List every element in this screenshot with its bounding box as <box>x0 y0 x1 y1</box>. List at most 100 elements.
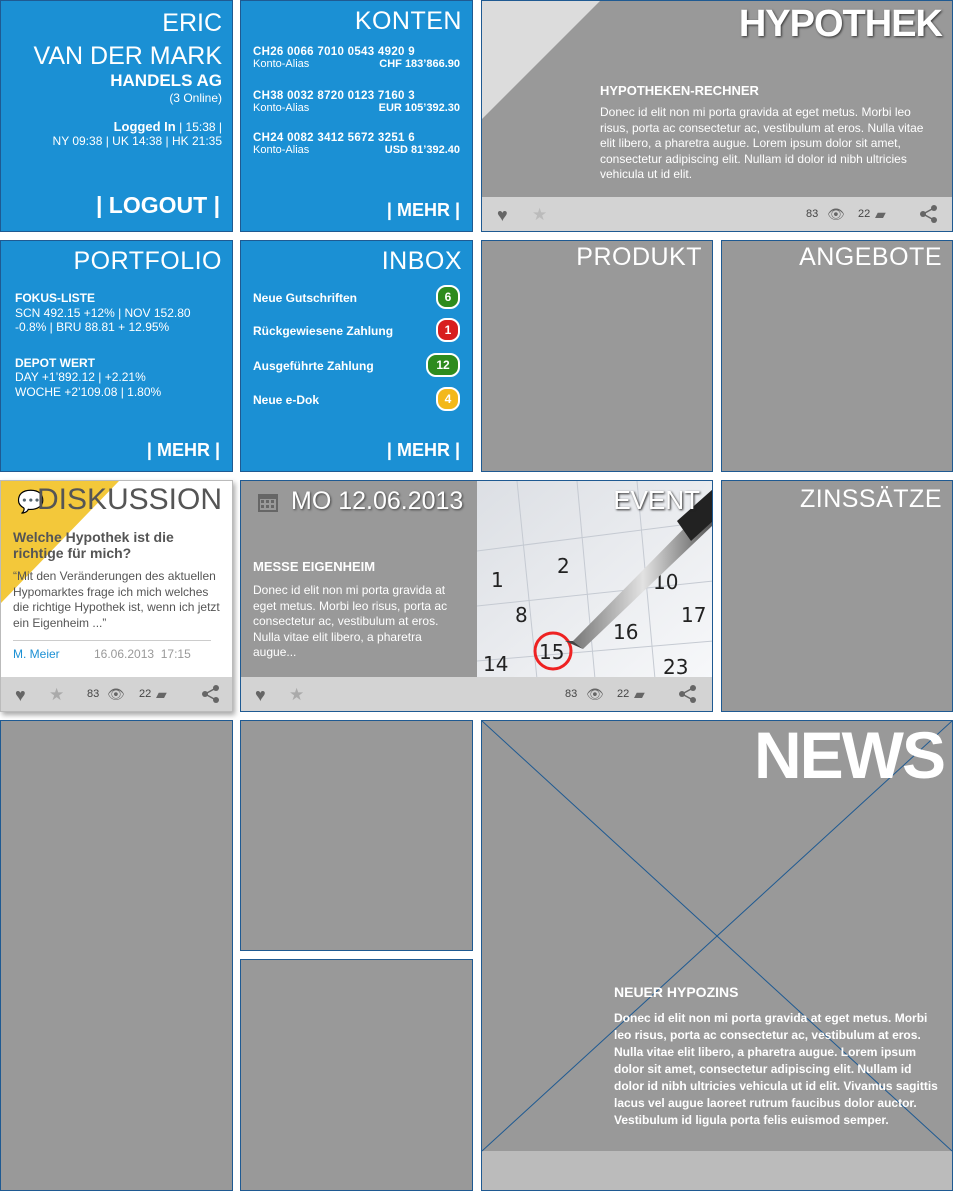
calendar-number: 16 <box>613 620 638 644</box>
divider <box>13 640 211 641</box>
empty-tile-left <box>0 720 233 1191</box>
account-balance: USD 81’392.40 <box>384 144 460 156</box>
empty-tile-middle-bottom <box>240 959 473 1191</box>
calendar-number: 14 <box>483 652 508 676</box>
event-tile[interactable]: MO 12.06.2013 MESSE EIGENHEIM Donec id e… <box>240 480 713 712</box>
focus-line: SCN 492.15 +12% | NOV 152.80 <box>15 305 191 320</box>
konten-more-link[interactable]: | MEHR | <box>387 200 460 221</box>
inbox-title: INBOX <box>381 247 462 275</box>
inbox-item-label[interactable]: Ausgeführte Zahlung <box>253 359 374 373</box>
user-first-name: ERIC <box>162 9 222 37</box>
hypothek-text: Donec id elit non mi porta gravida at eg… <box>600 105 924 182</box>
diskussion-tile[interactable]: 💬 DISKUSSION Welche Hypothek ist die ric… <box>0 480 233 712</box>
comment-icon[interactable]: ▰ <box>875 206 886 223</box>
account-balance: EUR 105’392.30 <box>378 102 460 114</box>
heart-icon[interactable]: ♥ <box>15 685 26 706</box>
calendar-number: 15 <box>539 640 564 664</box>
news-text: Donec id elit non mi porta gravida at eg… <box>614 1011 938 1127</box>
account-number: CH24 0082 3412 5672 3251 6 <box>253 132 415 144</box>
eye-icon: 👁 <box>107 686 125 702</box>
news-tile[interactable]: NEWS NEUER HYPOZINS Donec id elit non mi… <box>481 720 953 1191</box>
inbox-more-link[interactable]: | MEHR | <box>387 440 460 461</box>
logged-in-label: Logged In <box>113 119 176 134</box>
diskussion-question: Welche Hypothek ist die richtige für mic… <box>13 529 174 561</box>
calendar-number: 23 <box>663 655 688 679</box>
diskussion-time: 17:15 <box>160 647 191 661</box>
event-date: MO 12.06.2013 <box>291 487 464 515</box>
inbox-item-label[interactable]: Rückgewiesene Zahlung <box>253 324 393 338</box>
account-item[interactable]: CH38 0032 8720 0123 7160 3 Konto-Alias EU… <box>253 90 460 114</box>
empty-tile-middle-top <box>240 720 473 951</box>
view-count: 83 <box>565 688 578 700</box>
event-footer: ♥ ★ 83 👁 22 ▰ <box>241 677 712 711</box>
hypothek-footer: ♥ ★ 83 👁 22 ▰ <box>482 197 952 231</box>
calendar-number: 17 <box>681 603 706 627</box>
portfolio-tile[interactable]: PORTFOLIO FOKUS-LISTE SCN 492.15 +12% | … <box>0 240 233 472</box>
hypothek-tile[interactable]: HYPOTHEK HYPOTHEKEN-RECHNER Donec id eli… <box>481 0 953 232</box>
inbox-tile[interactable]: INBOX Neue Gutschriften 6 Rückgewiesene … <box>240 240 473 472</box>
account-alias: Konto-Alias <box>253 58 310 70</box>
news-title: NEWS <box>754 720 946 792</box>
user-tile: ERIC VAN DER MARK HANDELS AG (3 Online) … <box>0 0 233 232</box>
calendar-number: 1 <box>491 568 504 592</box>
share-icon[interactable] <box>201 684 221 704</box>
konten-tile[interactable]: KONTEN CH26 0066 7010 0543 4920 9 Konto-… <box>240 0 473 232</box>
portfolio-more-link[interactable]: | MEHR | <box>147 440 220 461</box>
account-balance: CHF 183’866.90 <box>379 58 460 70</box>
zinssaetze-title: ZINSSÄTZE <box>799 485 942 513</box>
star-icon[interactable]: ★ <box>289 685 304 705</box>
produkt-tile[interactable]: PRODUKT <box>481 240 713 472</box>
depot-label: DEPOT WERT <box>15 355 95 370</box>
angebote-tile[interactable]: ANGEBOTE <box>721 240 953 472</box>
news-subtitle: NEUER HYPOZINS <box>614 984 739 1000</box>
star-icon[interactable]: ★ <box>532 205 547 225</box>
focus-list-label: FOKUS-LISTE <box>15 291 95 305</box>
account-alias: Konto-Alias <box>253 102 310 114</box>
account-item[interactable]: CH24 0082 3412 5672 3251 6 Konto-Alias US… <box>253 132 460 156</box>
account-item[interactable]: CH26 0066 7010 0543 4920 9 Konto-Alias CH… <box>253 46 460 70</box>
hypothek-subtitle: HYPOTHEKEN-RECHNER <box>600 83 759 98</box>
diskussion-author[interactable]: M. Meier <box>13 647 60 661</box>
comment-count: 22 <box>858 208 871 220</box>
calendar-number: 2 <box>557 554 570 578</box>
inbox-count-badge: 1 <box>436 318 460 342</box>
hypothek-title: HYPOTHEK <box>738 3 943 45</box>
share-icon[interactable] <box>678 684 698 704</box>
account-number: CH26 0066 7010 0543 4920 9 <box>253 46 415 58</box>
produkt-title: PRODUKT <box>576 243 702 271</box>
logout-button[interactable]: | LOGOUT | <box>96 192 220 219</box>
event-text: Donec id elit non mi porta gravida at eg… <box>253 583 448 660</box>
inbox-count-badge: 4 <box>436 387 460 411</box>
view-count: 83 <box>87 688 100 700</box>
star-icon[interactable]: ★ <box>49 685 64 705</box>
user-last-name: VAN DER MARK <box>33 42 222 70</box>
calendar-icon <box>258 494 278 512</box>
comment-icon[interactable]: ▰ <box>156 686 167 703</box>
comment-count: 22 <box>139 688 152 700</box>
inbox-item-label[interactable]: Neue e-Dok <box>253 393 319 407</box>
comment-count: 22 <box>617 688 630 700</box>
event-label: EVENT <box>613 485 700 515</box>
zinssaetze-tile[interactable]: ZINSSÄTZE <box>721 480 953 712</box>
depot-line: WOCHE +2’109.08 | 1.80% <box>15 384 162 399</box>
inbox-item-label[interactable]: Neue Gutschriften <box>253 291 357 305</box>
inbox-count-badge: 12 <box>426 353 460 377</box>
share-icon[interactable] <box>919 204 939 224</box>
konten-title: KONTEN <box>354 7 462 35</box>
comment-icon[interactable]: ▰ <box>634 686 645 703</box>
diskussion-quote: “Mit den Veränderungen des aktuellen Hyp… <box>13 569 220 630</box>
inbox-count-badge: 6 <box>436 285 460 309</box>
angebote-title: ANGEBOTE <box>799 243 942 271</box>
heart-icon[interactable]: ♥ <box>255 685 266 706</box>
eye-icon: 👁 <box>586 686 604 702</box>
world-clock: NY 09:38 | UK 14:38 | HK 21:35 <box>52 134 222 148</box>
diskussion-date: 16.06.2013 <box>94 647 155 661</box>
portfolio-title: PORTFOLIO <box>73 247 222 275</box>
eye-icon: 👁 <box>827 206 845 222</box>
account-alias: Konto-Alias <box>253 144 310 156</box>
heart-icon[interactable]: ♥ <box>497 205 508 226</box>
depot-line: DAY +1’892.12 | +2.21% <box>15 370 146 384</box>
focus-line: -0.8% | BRU 88.81 + 12.95% <box>15 320 170 334</box>
diskussion-title: DISKUSSION <box>36 483 222 516</box>
event-subtitle: MESSE EIGENHEIM <box>253 559 376 574</box>
